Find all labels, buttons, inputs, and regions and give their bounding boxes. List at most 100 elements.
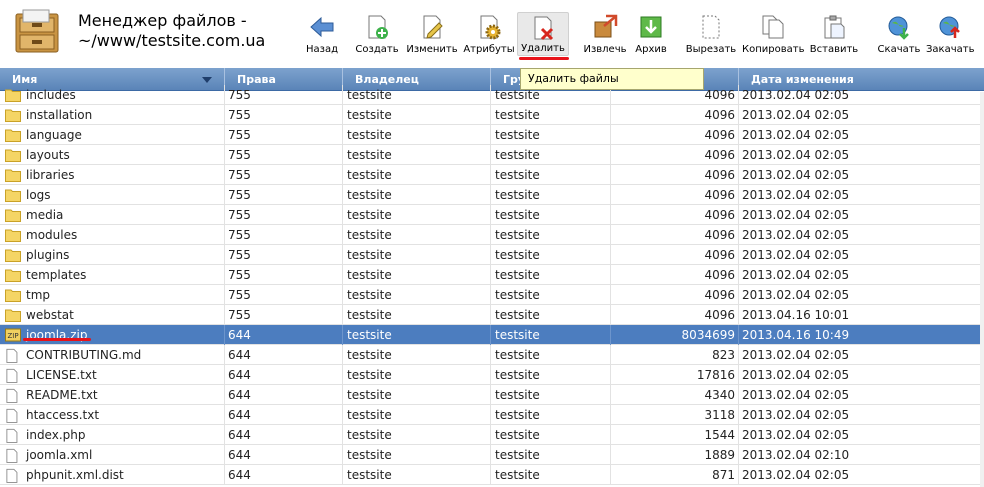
- table-row[interactable]: ZIP joomla.zip 644 testsite testsite 8034699 2…: [0, 325, 980, 345]
- file-icon: [6, 348, 18, 363]
- table-row[interactable]: README.txt 644 testsite testsite 4340 2013.02…: [0, 385, 980, 405]
- upload-button[interactable]: Закачать: [926, 14, 974, 62]
- cell-name[interactable]: index.php: [0, 425, 225, 445]
- cell-owner: testsite: [343, 465, 491, 485]
- scrollbar[interactable]: [980, 92, 984, 487]
- table-row[interactable]: htaccess.txt 644 testsite testsite 3118 2013.…: [0, 405, 980, 425]
- sort-desc-icon[interactable]: [202, 77, 212, 83]
- cell-date: 2013.02.04 02:05: [742, 288, 850, 302]
- cell-perm: 644: [225, 385, 343, 405]
- archive-icon: [640, 16, 662, 38]
- table-row[interactable]: tmp 755 testsite testsite 4096 2013.02.04 02:…: [0, 285, 980, 305]
- cell-size: 823: [611, 345, 739, 365]
- folder-icon: [5, 169, 21, 182]
- attributes-button[interactable]: Атрибуты: [462, 14, 516, 62]
- table-row[interactable]: logs 755 testsite testsite 4096 2013.02.04 02…: [0, 185, 980, 205]
- cell-group: testsite: [491, 245, 611, 265]
- cell-name[interactable]: htaccess.txt: [0, 405, 225, 425]
- cell-date: 2013.02.04 02:05: [742, 208, 850, 222]
- folder-icon: [5, 309, 21, 322]
- file-icon: [6, 428, 18, 443]
- file-name: tmp: [26, 288, 51, 302]
- cell-name[interactable]: includes: [0, 85, 225, 105]
- cell-owner: testsite: [343, 145, 491, 165]
- cell-name[interactable]: webstat: [0, 305, 225, 325]
- zip-archive-icon: ZIP: [5, 328, 21, 342]
- cell-owner: testsite: [343, 445, 491, 465]
- create-button[interactable]: Создать: [354, 14, 400, 62]
- cell-size: 17816: [611, 365, 739, 385]
- table-row[interactable]: modules 755 testsite testsite 4096 2013.02.04…: [0, 225, 980, 245]
- cell-name[interactable]: logs: [0, 185, 225, 205]
- cell-size: 4096: [611, 285, 739, 305]
- cell-name[interactable]: phpunit.xml.dist: [0, 465, 225, 485]
- cell-name[interactable]: joomla.xml: [0, 445, 225, 465]
- file-name: LICENSE.txt: [26, 368, 97, 382]
- cell-group: testsite: [491, 465, 611, 485]
- copy-icon: [762, 15, 784, 39]
- cell-perm: 644: [225, 325, 343, 345]
- cell-name[interactable]: language: [0, 125, 225, 145]
- cell-date: 2013.02.04 02:05: [742, 108, 850, 122]
- edit-button[interactable]: Изменить: [406, 14, 458, 62]
- cell-name[interactable]: ZIP joomla.zip: [0, 325, 225, 345]
- cell-group: testsite: [491, 285, 611, 305]
- table-row[interactable]: CONTRIBUTING.md 644 testsite testsite 823 201…: [0, 345, 980, 365]
- cell-date: 2013.04.16 10:49: [742, 328, 850, 342]
- table-row[interactable]: webstat 755 testsite testsite 4096 2013.04.16…: [0, 305, 980, 325]
- table-row[interactable]: language 755 testsite testsite 4096 2013.02.0…: [0, 125, 980, 145]
- file-name: webstat: [26, 308, 74, 322]
- table-row[interactable]: templates 755 testsite testsite 4096 2013.02.…: [0, 265, 980, 285]
- download-button[interactable]: Скачать: [876, 14, 922, 62]
- table-row[interactable]: phpunit.xml.dist 644 testsite testsite 871 20…: [0, 465, 980, 485]
- back-button[interactable]: Назад: [304, 14, 340, 62]
- cell-name[interactable]: README.txt: [0, 385, 225, 405]
- table-row[interactable]: LICENSE.txt 644 testsite testsite 17816 2013.…: [0, 365, 980, 385]
- cell-name[interactable]: tmp: [0, 285, 225, 305]
- table-row[interactable]: index.php 644 testsite testsite 1544 2013.02.…: [0, 425, 980, 445]
- page-title: Менеджер файлов - ~/www/testsite.com.ua: [78, 11, 265, 51]
- cell-perm: 755: [225, 85, 343, 105]
- extract-button[interactable]: Извлечь: [582, 14, 628, 62]
- cell-perm: 755: [225, 105, 343, 125]
- cell-name[interactable]: installation: [0, 105, 225, 125]
- copy-button[interactable]: Копировать: [742, 14, 804, 62]
- cell-name[interactable]: libraries: [0, 165, 225, 185]
- table-row[interactable]: libraries 755 testsite testsite 4096 2013.02.…: [0, 165, 980, 185]
- cell-size: 4096: [611, 225, 739, 245]
- cell-name[interactable]: LICENSE.txt: [0, 365, 225, 385]
- cell-name[interactable]: templates: [0, 265, 225, 285]
- cell-date: 2013.02.04 02:05: [742, 348, 850, 362]
- cell-size: 871: [611, 465, 739, 485]
- file-name: index.php: [26, 428, 86, 442]
- table-row[interactable]: media 755 testsite testsite 4096 2013.02.04 0…: [0, 205, 980, 225]
- back-arrow-icon: [310, 16, 334, 38]
- cut-button[interactable]: Вырезать: [684, 14, 738, 62]
- cell-size: 8034699: [611, 325, 739, 345]
- cell-date: 2013.02.04 02:10: [742, 448, 850, 462]
- table-row[interactable]: layouts 755 testsite testsite 4096 2013.02.04…: [0, 145, 980, 165]
- gear-icon: [480, 15, 501, 40]
- cell-name[interactable]: CONTRIBUTING.md: [0, 345, 225, 365]
- archive-button[interactable]: Архив: [632, 14, 670, 62]
- cell-name[interactable]: plugins: [0, 245, 225, 265]
- edit-file-icon: [423, 15, 443, 39]
- table-row[interactable]: plugins 755 testsite testsite 4096 2013.02.04…: [0, 245, 980, 265]
- delete-button[interactable]: Удалить: [517, 12, 569, 56]
- cell-owner: testsite: [343, 245, 491, 265]
- table-row[interactable]: includes 755 testsite testsite 4096 2013.02.0…: [0, 85, 980, 105]
- table-row[interactable]: installation 755 testsite testsite 4096 2013.…: [0, 105, 980, 125]
- table-row[interactable]: joomla.xml 644 testsite testsite 1889 2013.02…: [0, 445, 980, 465]
- cell-perm: 755: [225, 245, 343, 265]
- cell-perm: 644: [225, 445, 343, 465]
- svg-text:ZIP: ZIP: [7, 332, 18, 340]
- paste-button[interactable]: Вставить: [808, 14, 860, 62]
- cell-group: testsite: [491, 325, 611, 345]
- cell-size: 4096: [611, 105, 739, 125]
- cell-owner: testsite: [343, 165, 491, 185]
- folder-icon: [5, 269, 21, 282]
- cell-name[interactable]: layouts: [0, 145, 225, 165]
- cell-size: 4096: [611, 145, 739, 165]
- cell-name[interactable]: media: [0, 205, 225, 225]
- cell-name[interactable]: modules: [0, 225, 225, 245]
